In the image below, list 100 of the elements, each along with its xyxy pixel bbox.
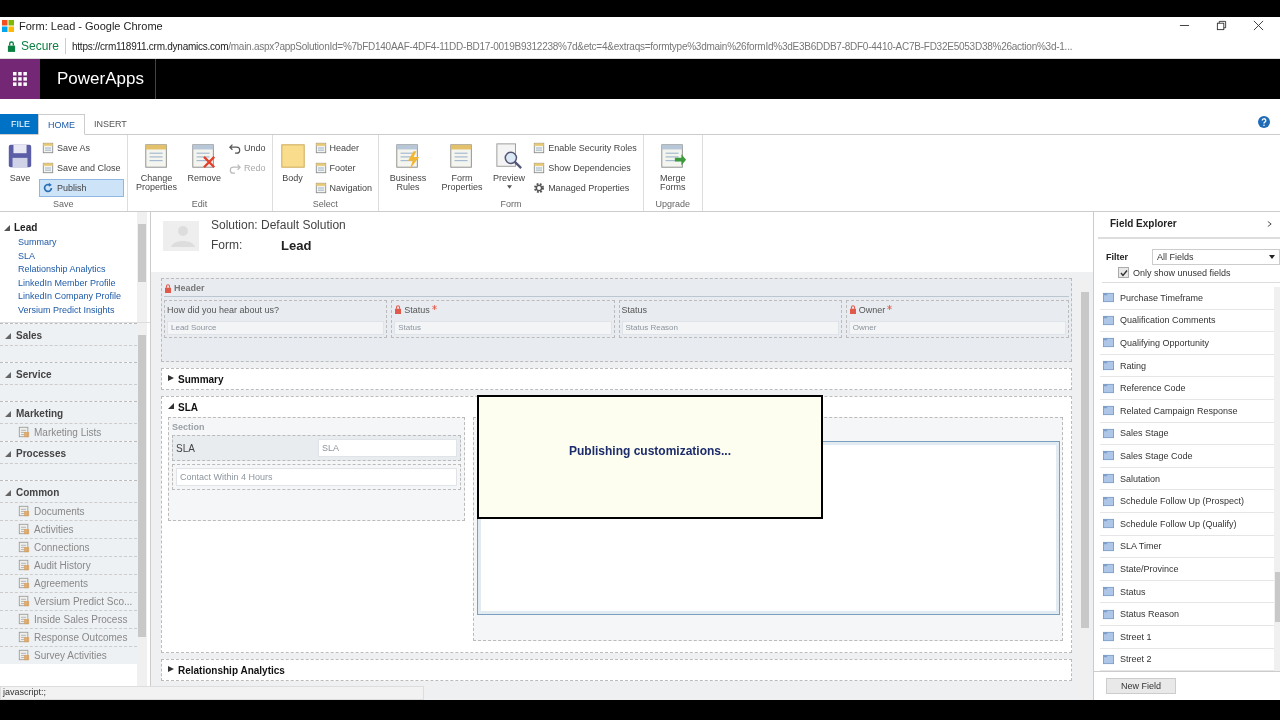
nav-section-header[interactable]: Marketing	[0, 402, 137, 423]
nav-link[interactable]: SLA	[4, 249, 137, 263]
field-icon	[1103, 360, 1114, 372]
document-icon	[18, 577, 30, 589]
ribbon-small-button[interactable]: Enable Security Roles	[530, 139, 640, 157]
nav-tree-item[interactable]: Lead	[4, 222, 137, 233]
ribbon-small-button[interactable]: Show Dependencies	[530, 159, 640, 177]
file-menu-button[interactable]: FILE	[0, 114, 38, 134]
field-icon	[1103, 495, 1114, 507]
help-icon[interactable]	[1258, 116, 1270, 128]
nav-link[interactable]: LinkedIn Company Profile	[4, 290, 137, 304]
header-field[interactable]: How did you hear about us? Lead Source	[164, 300, 388, 338]
header-field[interactable]: Status Status Reason	[618, 300, 842, 338]
refresh-icon	[42, 182, 54, 194]
ribbon-large-button[interactable]: Body	[275, 139, 310, 199]
field-icon	[1103, 631, 1114, 643]
ribbon-small-button[interactable]: Navigation	[311, 179, 376, 197]
document-icon	[42, 162, 54, 174]
field-icon	[1103, 450, 1114, 462]
header-field[interactable]: Owner Owner	[845, 300, 1069, 338]
restore-icon[interactable]	[1216, 20, 1227, 31]
field-list-item[interactable]: SLA Timer	[1100, 535, 1274, 559]
nav-link[interactable]: Relationship Analytics	[4, 263, 137, 277]
ribbon-small-button[interactable]: Managed Properties	[530, 179, 640, 197]
field-list-item[interactable]: Rating	[1100, 354, 1274, 378]
ribbon-large-button[interactable]: Change Properties	[130, 139, 183, 199]
ribbon-small-button[interactable]: Undo	[226, 139, 269, 157]
input-field[interactable]: Status	[394, 320, 612, 335]
ribbon-tab[interactable]: INSERT	[85, 114, 136, 134]
nav-link[interactable]: LinkedIn Member Profile	[4, 276, 137, 290]
new-field-button[interactable]: New Field	[1106, 678, 1176, 694]
gear-icon	[533, 182, 546, 194]
field-list-item[interactable]: Purchase Timeframe	[1100, 287, 1274, 310]
field-list-item[interactable]: Qualification Comments	[1100, 309, 1274, 333]
ribbon-small-button[interactable]: Publish	[39, 179, 124, 197]
ribbon-small-button[interactable]: Save As	[39, 139, 124, 157]
undo-arrow-icon	[229, 142, 242, 154]
field-list-item[interactable]: State/Province	[1100, 558, 1274, 581]
field-list-item[interactable]: Status	[1100, 580, 1274, 604]
filter-dropdown[interactable]: All Fields	[1152, 249, 1280, 265]
url-field[interactable]: https://crm118911.crm.dynamics.com/main.aspx?appSolutionId=%7bFD140AAF-4DF4-11DD-BD17-0019B9312238%7d&etc=4&extraqs=formtype%3dmain%26formId%3dE3B6DDB7-8DF0-4410-AC7B-FD32E5053D38%26action%3d-1...	[72, 40, 1073, 52]
document-icon	[533, 162, 546, 174]
input-field[interactable]: SLA	[318, 439, 457, 457]
ribbon-large-button[interactable]: Business Rules	[382, 139, 435, 199]
window-title: Form: Lead - Google Chrome	[19, 19, 163, 32]
nav-section-header[interactable]: Common	[0, 481, 137, 502]
form-field[interactable]: SLA SLA	[172, 435, 461, 461]
ribbon-group-label: Save	[52, 199, 75, 211]
ribbon-small-button[interactable]: Footer	[311, 159, 376, 177]
input-field[interactable]: Lead Source	[167, 320, 385, 335]
nav-link[interactable]: Versium Predict Insights	[4, 303, 137, 317]
field-list-item[interactable]: Schedule Follow Up (Qualify)	[1100, 512, 1274, 536]
nav-section-header[interactable]: Service	[0, 363, 137, 384]
scrollbar[interactable]	[137, 212, 147, 322]
ribbon-large-button[interactable]: Preview	[490, 139, 529, 199]
scrollbar[interactable]	[1274, 287, 1280, 671]
checkbox-label: Only show unused fields	[1133, 267, 1231, 278]
ribbon-group-label: Select	[311, 199, 339, 211]
form-section[interactable]: Section SLA SLA Contact Within 4 Hours	[168, 417, 465, 521]
entity-image-icon	[163, 221, 199, 251]
nav-section-header[interactable]: Sales	[0, 324, 137, 345]
ribbon-large-button[interactable]: Remove	[184, 139, 225, 199]
form-tab[interactable]: Relationship Analytics	[161, 659, 1072, 681]
field-list-item[interactable]: Schedule Follow Up (Prospect)	[1100, 490, 1274, 513]
field-list-item[interactable]: Related Campaign Response	[1100, 399, 1274, 423]
nav-section-header[interactable]: Processes	[0, 442, 137, 463]
field-list-item[interactable]: Reference Code	[1100, 377, 1274, 400]
ribbon-small-button[interactable]: Header	[311, 139, 376, 157]
field-label: SLA	[176, 442, 196, 454]
header-field[interactable]: Status Status	[391, 300, 615, 338]
ribbon-large-button[interactable]: Merge Forms	[646, 139, 699, 199]
magnifier-document-icon	[495, 142, 524, 170]
document-icon	[533, 142, 546, 154]
ribbon-large-button[interactable]: Form Properties	[436, 139, 489, 199]
input-field[interactable]: Status Reason	[621, 320, 839, 335]
field-list-item[interactable]: Sales Stage	[1100, 422, 1274, 446]
checkbox[interactable]	[1118, 267, 1129, 278]
expanded-triangle-icon	[5, 489, 11, 496]
tab-title: Summary	[178, 374, 224, 385]
form-tab[interactable]: Summary	[161, 368, 1072, 390]
field-list-item[interactable]: Street 1	[1100, 625, 1274, 649]
header-section[interactable]: Header How did you hear about us? Lead Source Status Status Status Status Reason Owner Owner	[161, 278, 1072, 362]
field-list-item[interactable]: Salutation	[1100, 467, 1274, 491]
field-label: Owner	[858, 304, 886, 315]
field-list-item[interactable]: Status Reason	[1100, 603, 1274, 626]
ribbon-tab[interactable]: HOME	[38, 114, 85, 135]
ribbon-large-button[interactable]: Save	[3, 139, 37, 199]
chevron-right-icon[interactable]	[1267, 219, 1272, 228]
field-list-item[interactable]: Qualifying Opportunity	[1100, 332, 1274, 355]
field-list-item[interactable]: Sales Stage Code	[1100, 445, 1274, 468]
nav-link[interactable]: Summary	[4, 236, 137, 250]
ribbon-small-button[interactable]: Save and Close	[39, 159, 124, 177]
document-icon	[18, 631, 30, 643]
document-icon	[18, 559, 30, 571]
close-icon[interactable]	[1253, 20, 1264, 31]
document-icon	[42, 142, 54, 154]
tab-title: SLA	[178, 402, 198, 413]
input-field[interactable]: Owner	[848, 320, 1066, 335]
field-list-item[interactable]: Street 2	[1100, 648, 1274, 671]
app-launcher-button[interactable]	[0, 59, 40, 99]
